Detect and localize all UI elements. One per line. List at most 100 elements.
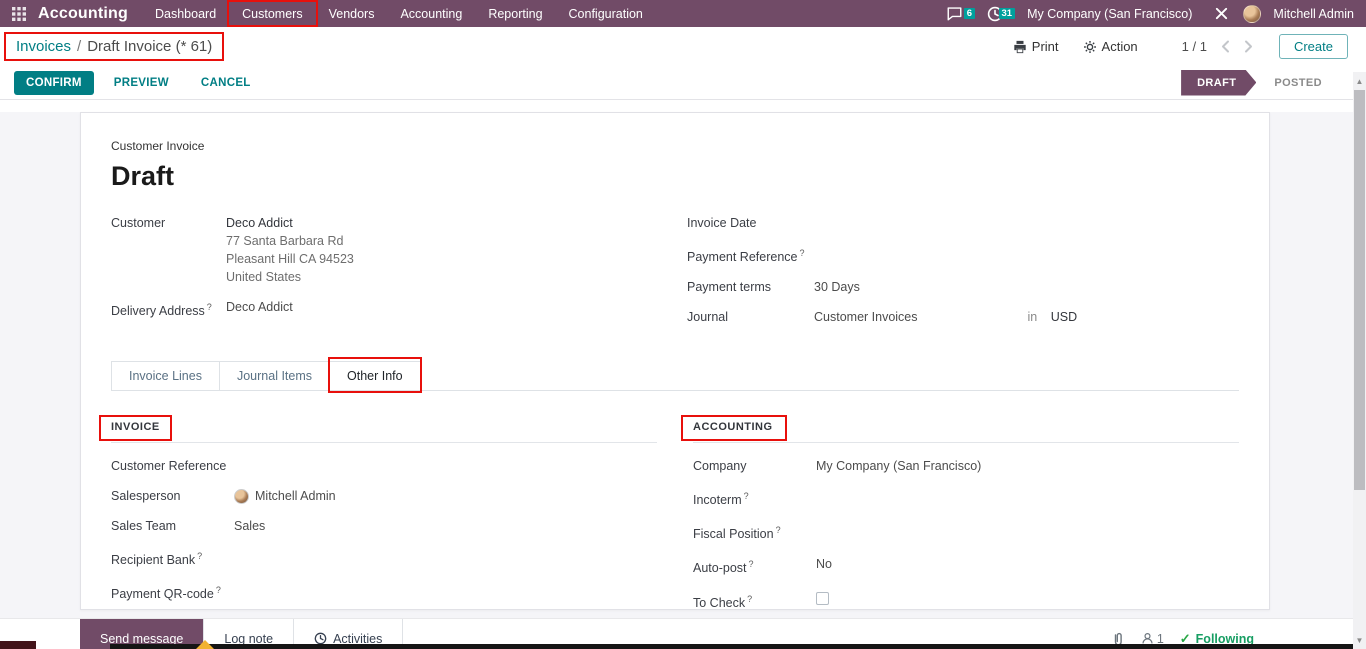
breadcrumb-separator: /: [77, 38, 82, 55]
action-label: Action: [1101, 39, 1138, 54]
menu-item-vendors[interactable]: Vendors: [316, 0, 388, 27]
document-type-label: Customer Invoice: [111, 139, 205, 153]
fiscal-position-label: Fiscal Position?: [693, 525, 781, 542]
print-icon: [1013, 40, 1027, 54]
apps-grid-icon: [12, 6, 26, 21]
help-question-mark: ?: [748, 559, 754, 570]
header-left-column: Customer Deco Addict 77 Santa Barbara Rd…: [111, 214, 663, 338]
gear-icon: [1083, 40, 1097, 54]
print-label: Print: [1031, 39, 1059, 54]
customer-address-line2: Pleasant Hill CA 94523: [226, 252, 354, 266]
bottom-edge-artifact-left: [0, 641, 36, 649]
header-right-column: Invoice Date Payment Reference? Payment …: [687, 214, 1239, 338]
chevron-left-icon[interactable]: [1221, 40, 1230, 53]
sales-team-value[interactable]: Sales: [234, 517, 265, 535]
salesperson-value[interactable]: Mitchell Admin: [234, 487, 336, 505]
invoice-header-fields: Customer Deco Addict 77 Santa Barbara Rd…: [111, 214, 1239, 338]
payment-terms-field: Payment terms 30 Days: [687, 278, 1239, 296]
auto-post-value[interactable]: No: [816, 555, 832, 573]
bottom-edge-artifact: [110, 644, 1353, 649]
breadcrumb: Invoices / Draft Invoice (* 61): [4, 32, 225, 61]
help-question-mark: ?: [799, 248, 805, 258]
scrollbar-down-arrow[interactable]: ▼: [1353, 633, 1366, 647]
incoterm-field: Incoterm?: [693, 487, 1239, 509]
apps-menu-button[interactable]: [0, 0, 36, 27]
menu-item-accounting[interactable]: Accounting: [387, 0, 475, 27]
journal-in-label: in: [1027, 310, 1038, 325]
print-button[interactable]: Print: [1003, 35, 1069, 58]
company-label: Company: [693, 459, 747, 474]
status-posted[interactable]: POSTED: [1256, 70, 1336, 96]
invoice-date-label: Invoice Date: [687, 216, 757, 230]
notebook-tabs: Invoice Lines Journal Items Other Info: [111, 357, 1239, 394]
content-area: Customer Invoice Draft Customer Deco Add…: [0, 112, 1366, 649]
navbar-right: 6 31 My Company (San Francisco) Mitchell…: [938, 0, 1366, 27]
journal-currency-value[interactable]: USD: [1051, 310, 1077, 324]
company-field: Company My Company (San Francisco): [693, 457, 1239, 475]
journal-label: Journal: [687, 310, 728, 325]
action-button[interactable]: Action: [1073, 35, 1148, 58]
tab-other-info[interactable]: Other Info: [328, 357, 422, 394]
salesperson-name: Mitchell Admin: [255, 489, 336, 504]
payment-terms-value[interactable]: 30 Days: [814, 278, 860, 296]
help-question-mark: ?: [206, 302, 212, 312]
salesperson-field: Salesperson Mitchell Admin: [111, 487, 657, 505]
accounting-section-head: ACCOUNTING: [681, 415, 1239, 444]
breadcrumb-invoices-link[interactable]: Invoices: [16, 38, 71, 55]
customer-name-link[interactable]: Deco Addict: [226, 214, 354, 232]
pager-arrows: [1221, 40, 1253, 53]
messages-button[interactable]: 6: [938, 6, 976, 21]
delivery-address-value[interactable]: Deco Addict: [226, 298, 293, 320]
payment-reference-label: Payment Reference?: [687, 248, 805, 265]
help-question-mark: ?: [747, 593, 753, 604]
confirm-button[interactable]: CONFIRM: [14, 70, 94, 95]
cancel-button[interactable]: CANCEL: [189, 71, 263, 95]
delivery-address-label: Delivery Address?: [111, 302, 212, 319]
help-question-mark: ?: [743, 491, 749, 502]
menu-item-dashboard[interactable]: Dashboard: [142, 0, 229, 27]
chat-icon: [946, 6, 963, 21]
vertical-scrollbar[interactable]: ▲ ▼: [1353, 72, 1366, 649]
top-navbar: Accounting Dashboard Customers Vendors A…: [0, 0, 1366, 27]
preview-button[interactable]: PREVIEW: [102, 71, 181, 95]
menu-item-configuration[interactable]: Configuration: [556, 0, 656, 27]
tab-invoice-lines[interactable]: Invoice Lines: [111, 361, 220, 391]
company-value[interactable]: My Company (San Francisco): [816, 457, 981, 475]
create-button[interactable]: Create: [1278, 34, 1348, 59]
chevron-right-icon[interactable]: [1244, 40, 1253, 53]
app-brand-title[interactable]: Accounting: [36, 0, 142, 27]
menu-item-customers-label: Customers: [242, 6, 303, 21]
journal-value[interactable]: Customer Invoices: [814, 308, 918, 326]
status-draft[interactable]: DRAFT: [1181, 70, 1256, 96]
sales-team-field: Sales Team Sales: [111, 517, 657, 535]
delivery-address-field: Delivery Address? Deco Addict: [111, 298, 663, 320]
user-menu[interactable]: Mitchell Admin: [1269, 7, 1354, 21]
scrollbar-up-arrow[interactable]: ▲: [1353, 74, 1366, 88]
developer-tools-button[interactable]: [1208, 6, 1235, 21]
incoterm-label: Incoterm?: [693, 491, 749, 508]
invoice-section-head: INVOICE: [99, 415, 657, 444]
user-avatar[interactable]: [1243, 4, 1262, 23]
customer-address-line3: United States: [226, 270, 302, 284]
wrench-icon: [1214, 6, 1229, 21]
help-question-mark: ?: [197, 551, 203, 562]
messages-badge: 6: [963, 8, 976, 19]
customer-field: Customer Deco Addict 77 Santa Barbara Rd…: [111, 214, 663, 286]
activities-badge: 31: [998, 7, 1016, 19]
customer-reference-label: Customer Reference: [111, 459, 227, 474]
menu-item-customers[interactable]: Customers: [227, 0, 318, 27]
salesperson-avatar: [234, 488, 249, 504]
form-statusbar: CONFIRM PREVIEW CANCEL DRAFT POSTED: [0, 66, 1366, 100]
navbar-left: Accounting Dashboard Customers Vendors A…: [0, 0, 656, 27]
company-switcher[interactable]: My Company (San Francisco): [1019, 7, 1200, 21]
scrollbar-thumb[interactable]: [1354, 90, 1365, 490]
menu-item-reporting[interactable]: Reporting: [475, 0, 555, 27]
other-info-page: INVOICE Customer Reference Salesperson M…: [99, 415, 1239, 610]
to-check-label: To Check?: [693, 593, 753, 610]
accounting-section-title: ACCOUNTING: [681, 415, 787, 442]
to-check-checkbox[interactable]: [816, 591, 829, 605]
invoice-section-title: INVOICE: [99, 415, 172, 442]
tab-journal-items[interactable]: Journal Items: [218, 361, 330, 391]
fiscal-position-field: Fiscal Position?: [693, 521, 1239, 543]
activities-button[interactable]: 31: [979, 6, 1016, 22]
